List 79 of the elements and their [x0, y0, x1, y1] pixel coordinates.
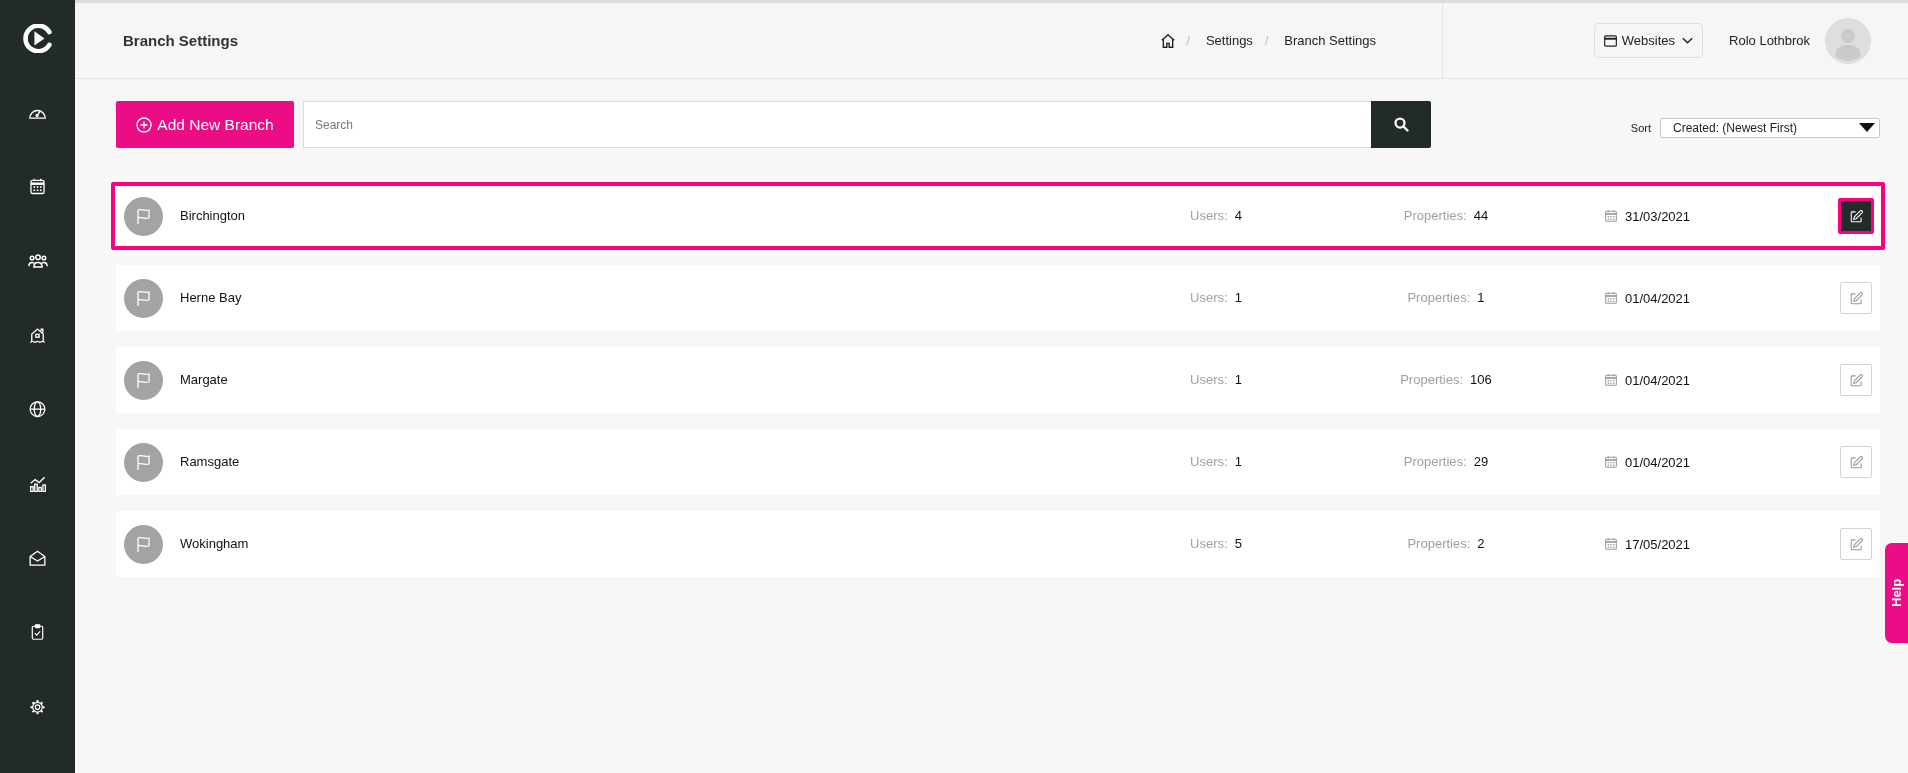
calendar-icon: [1605, 374, 1617, 386]
home-icon[interactable]: [1160, 33, 1175, 48]
house-icon[interactable]: [29, 326, 46, 344]
branch-row[interactable]: Ramsgate Users: 1 Properties: 29 01/04/2021: [116, 429, 1880, 495]
properties-label: Properties:: [1407, 535, 1471, 551]
search-field[interactable]: Search: [303, 101, 1371, 148]
properties-count: 1: [1477, 289, 1485, 305]
edit-icon: [1849, 209, 1863, 223]
globe-icon[interactable]: [29, 401, 46, 418]
search-icon: [1393, 117, 1409, 132]
users-label: Users:: [1190, 289, 1228, 305]
flag-icon: [124, 360, 163, 400]
page-title: Branch Settings: [123, 32, 240, 49]
edit-icon: [1849, 373, 1863, 387]
created-date: 17/05/2021: [1625, 536, 1691, 552]
edit-icon: [1849, 455, 1863, 469]
calendar-icon: [1605, 210, 1617, 222]
edit-button[interactable]: [1838, 198, 1874, 234]
users-label: Users:: [1190, 535, 1228, 551]
search-button[interactable]: [1371, 101, 1431, 148]
people-icon[interactable]: [27, 252, 48, 269]
properties-label: Properties:: [1400, 371, 1464, 387]
sort-label: Sort: [1630, 121, 1651, 134]
websites-button[interactable]: Websites: [1593, 23, 1704, 58]
properties-count: 44: [1473, 207, 1489, 223]
properties-count: 2: [1477, 535, 1485, 551]
clipboard-check-icon[interactable]: [29, 624, 46, 641]
settings-icon[interactable]: [29, 698, 46, 715]
branch-name: Wokingham: [179, 535, 250, 551]
breadcrumb-link[interactable]: Settings: [1205, 33, 1253, 48]
plus-circle-icon: [136, 116, 153, 133]
branch-row[interactable]: Wokingham Users: 5 Properties: 2 17/05/2021: [116, 511, 1880, 577]
breadcrumb-separator: /: [1264, 33, 1269, 48]
help-tab[interactable]: Help: [1885, 543, 1908, 643]
created-date: 31/03/2021: [1625, 208, 1691, 224]
properties-count: 106: [1470, 371, 1492, 387]
breadcrumb-separator: /: [1186, 33, 1190, 48]
logo-icon[interactable]: [22, 24, 53, 53]
users-count: 1: [1234, 453, 1242, 469]
branch-row[interactable]: Margate Users: 1 Properties: 106 01/04/2021: [116, 347, 1880, 413]
calendar-icon[interactable]: [29, 178, 46, 195]
flag-icon: [124, 278, 163, 318]
users-count: 4: [1234, 207, 1242, 223]
created-date: 01/04/2021: [1625, 454, 1691, 470]
calendar-icon: [1605, 292, 1617, 304]
browser-window-icon: [1603, 34, 1617, 47]
flag-icon: [124, 196, 163, 236]
chart-icon[interactable]: [27, 475, 48, 492]
properties-label: Properties:: [1403, 207, 1467, 223]
users-label: Users:: [1190, 453, 1228, 469]
properties-count: 29: [1473, 453, 1489, 469]
created-date: 01/04/2021: [1625, 290, 1691, 306]
properties-label: Properties:: [1403, 453, 1467, 469]
created-date: 01/04/2021: [1625, 372, 1691, 388]
sort-select[interactable]: Created: (Newest First): [1660, 117, 1880, 138]
properties-label: Properties:: [1407, 289, 1471, 305]
branch-name: Margate: [179, 371, 229, 387]
add-branch-button[interactable]: Add New Branch: [116, 101, 294, 148]
branch-row[interactable]: Herne Bay Users: 1 Properties: 1 01/04/2021: [116, 265, 1880, 331]
users-count: 5: [1234, 535, 1242, 551]
users-count: 1: [1234, 289, 1242, 305]
branch-name: Birchington: [179, 207, 247, 223]
edit-icon: [1849, 537, 1863, 551]
branch-row[interactable]: Birchington Users: 4 Properties: 44 31/03/2021: [111, 182, 1885, 250]
users-label: Users:: [1190, 371, 1228, 387]
users-count: 1: [1234, 371, 1242, 387]
caret-down-icon: [1859, 123, 1875, 132]
users-label: Users:: [1190, 207, 1228, 223]
flag-icon: [124, 442, 163, 482]
edit-icon: [1849, 291, 1863, 305]
chevron-down-icon: [1682, 37, 1694, 44]
calendar-icon: [1605, 538, 1617, 550]
branch-name: Herne Bay: [179, 289, 243, 305]
branch-name: Ramsgate: [179, 453, 241, 469]
calendar-icon: [1605, 456, 1617, 468]
user-name: Rolo Lothbrok: [1729, 33, 1810, 48]
flag-icon: [124, 524, 163, 564]
breadcrumb-current: Branch Settings: [1284, 33, 1376, 48]
envelope-icon[interactable]: [29, 549, 46, 567]
